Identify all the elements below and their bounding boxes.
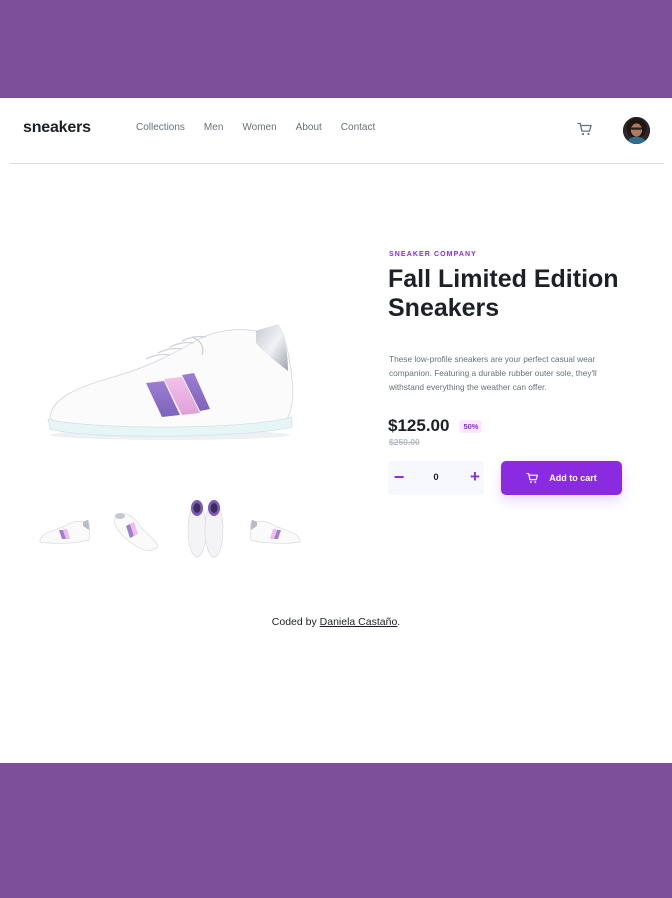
plus-icon[interactable]: + bbox=[467, 468, 483, 485]
nav-link-about[interactable]: About bbox=[296, 122, 322, 133]
nav-link-women[interactable]: Women bbox=[242, 122, 276, 133]
top-navigation: sneakers Collections Men Women About Con… bbox=[0, 98, 672, 164]
discount-badge: 50% bbox=[459, 419, 483, 433]
nav-links: Collections Men Women About Contact bbox=[136, 122, 375, 133]
add-to-cart-label: Add to cart bbox=[549, 473, 597, 483]
minus-icon[interactable]: − bbox=[391, 468, 407, 486]
footer-attribution: Coded by Daniela Castaño. bbox=[0, 616, 672, 628]
quantity-stepper: − 0 + bbox=[388, 461, 484, 495]
nav-link-contact[interactable]: Contact bbox=[341, 122, 375, 133]
company-label: Sneaker Company bbox=[389, 251, 477, 258]
cart-icon[interactable] bbox=[577, 122, 593, 136]
thumbnail-1[interactable] bbox=[35, 496, 92, 562]
current-price: $125.00 bbox=[388, 416, 450, 435]
thumbnail-2[interactable] bbox=[106, 496, 163, 562]
cart-icon bbox=[526, 472, 539, 483]
nav-link-men[interactable]: Men bbox=[204, 122, 223, 133]
product-title: Fall Limited Edition Sneakers bbox=[388, 265, 619, 322]
thumbnail-strip bbox=[35, 496, 305, 562]
author-link[interactable]: Daniela Castaño bbox=[320, 616, 398, 628]
user-avatar[interactable] bbox=[623, 117, 650, 144]
original-price: $250.00 bbox=[389, 437, 420, 447]
product-page: sneakers Collections Men Women About Con… bbox=[0, 98, 672, 763]
brand-logo[interactable]: sneakers bbox=[23, 119, 91, 137]
product-description: These low-profile sneakers are your perf… bbox=[389, 354, 597, 392]
add-to-cart-button[interactable]: Add to cart bbox=[501, 461, 622, 495]
thumbnail-4[interactable] bbox=[248, 496, 305, 562]
product-main-image[interactable] bbox=[42, 323, 298, 443]
footer-suffix: . bbox=[397, 616, 401, 628]
quantity-value: 0 bbox=[433, 472, 439, 483]
price-row: $125.00 50% bbox=[388, 416, 483, 436]
thumbnail-3[interactable] bbox=[177, 496, 234, 562]
footer-prefix: Coded by bbox=[271, 616, 320, 628]
nav-link-collections[interactable]: Collections bbox=[136, 122, 185, 133]
nav-divider bbox=[10, 163, 664, 164]
